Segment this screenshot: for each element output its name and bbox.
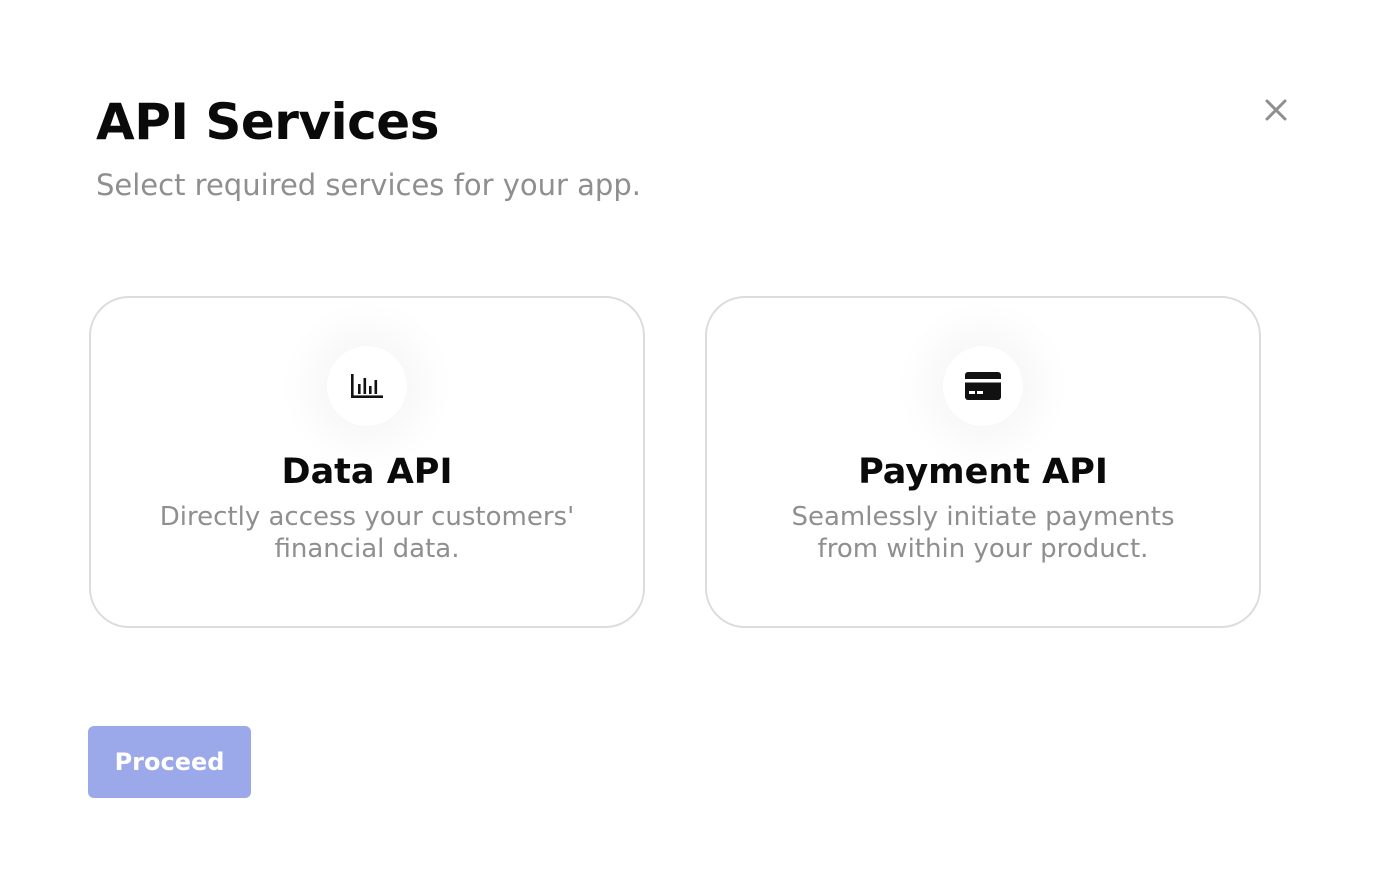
- service-card-data-api[interactable]: Data API Directly access your customers'…: [89, 296, 645, 628]
- proceed-button[interactable]: Proceed: [88, 726, 251, 798]
- credit-card-icon: [965, 372, 1001, 400]
- service-icon-container: [943, 346, 1023, 426]
- api-services-modal: API Services Select required services fo…: [0, 0, 1388, 888]
- service-description: Directly access your customers' financia…: [159, 502, 575, 564]
- service-card-payment-api[interactable]: Payment API Seamlessly initiate payments…: [705, 296, 1261, 628]
- service-description: Seamlessly initiate payments from within…: [791, 502, 1175, 564]
- service-title: Data API: [281, 452, 453, 492]
- service-title: Payment API: [858, 452, 1108, 492]
- close-icon: [1265, 99, 1287, 121]
- page-title: API Services: [96, 93, 439, 151]
- bar-chart-icon: [351, 374, 383, 398]
- service-icon-container: [327, 346, 407, 426]
- close-button[interactable]: [1256, 90, 1296, 130]
- page-subtitle: Select required services for your app.: [96, 168, 641, 202]
